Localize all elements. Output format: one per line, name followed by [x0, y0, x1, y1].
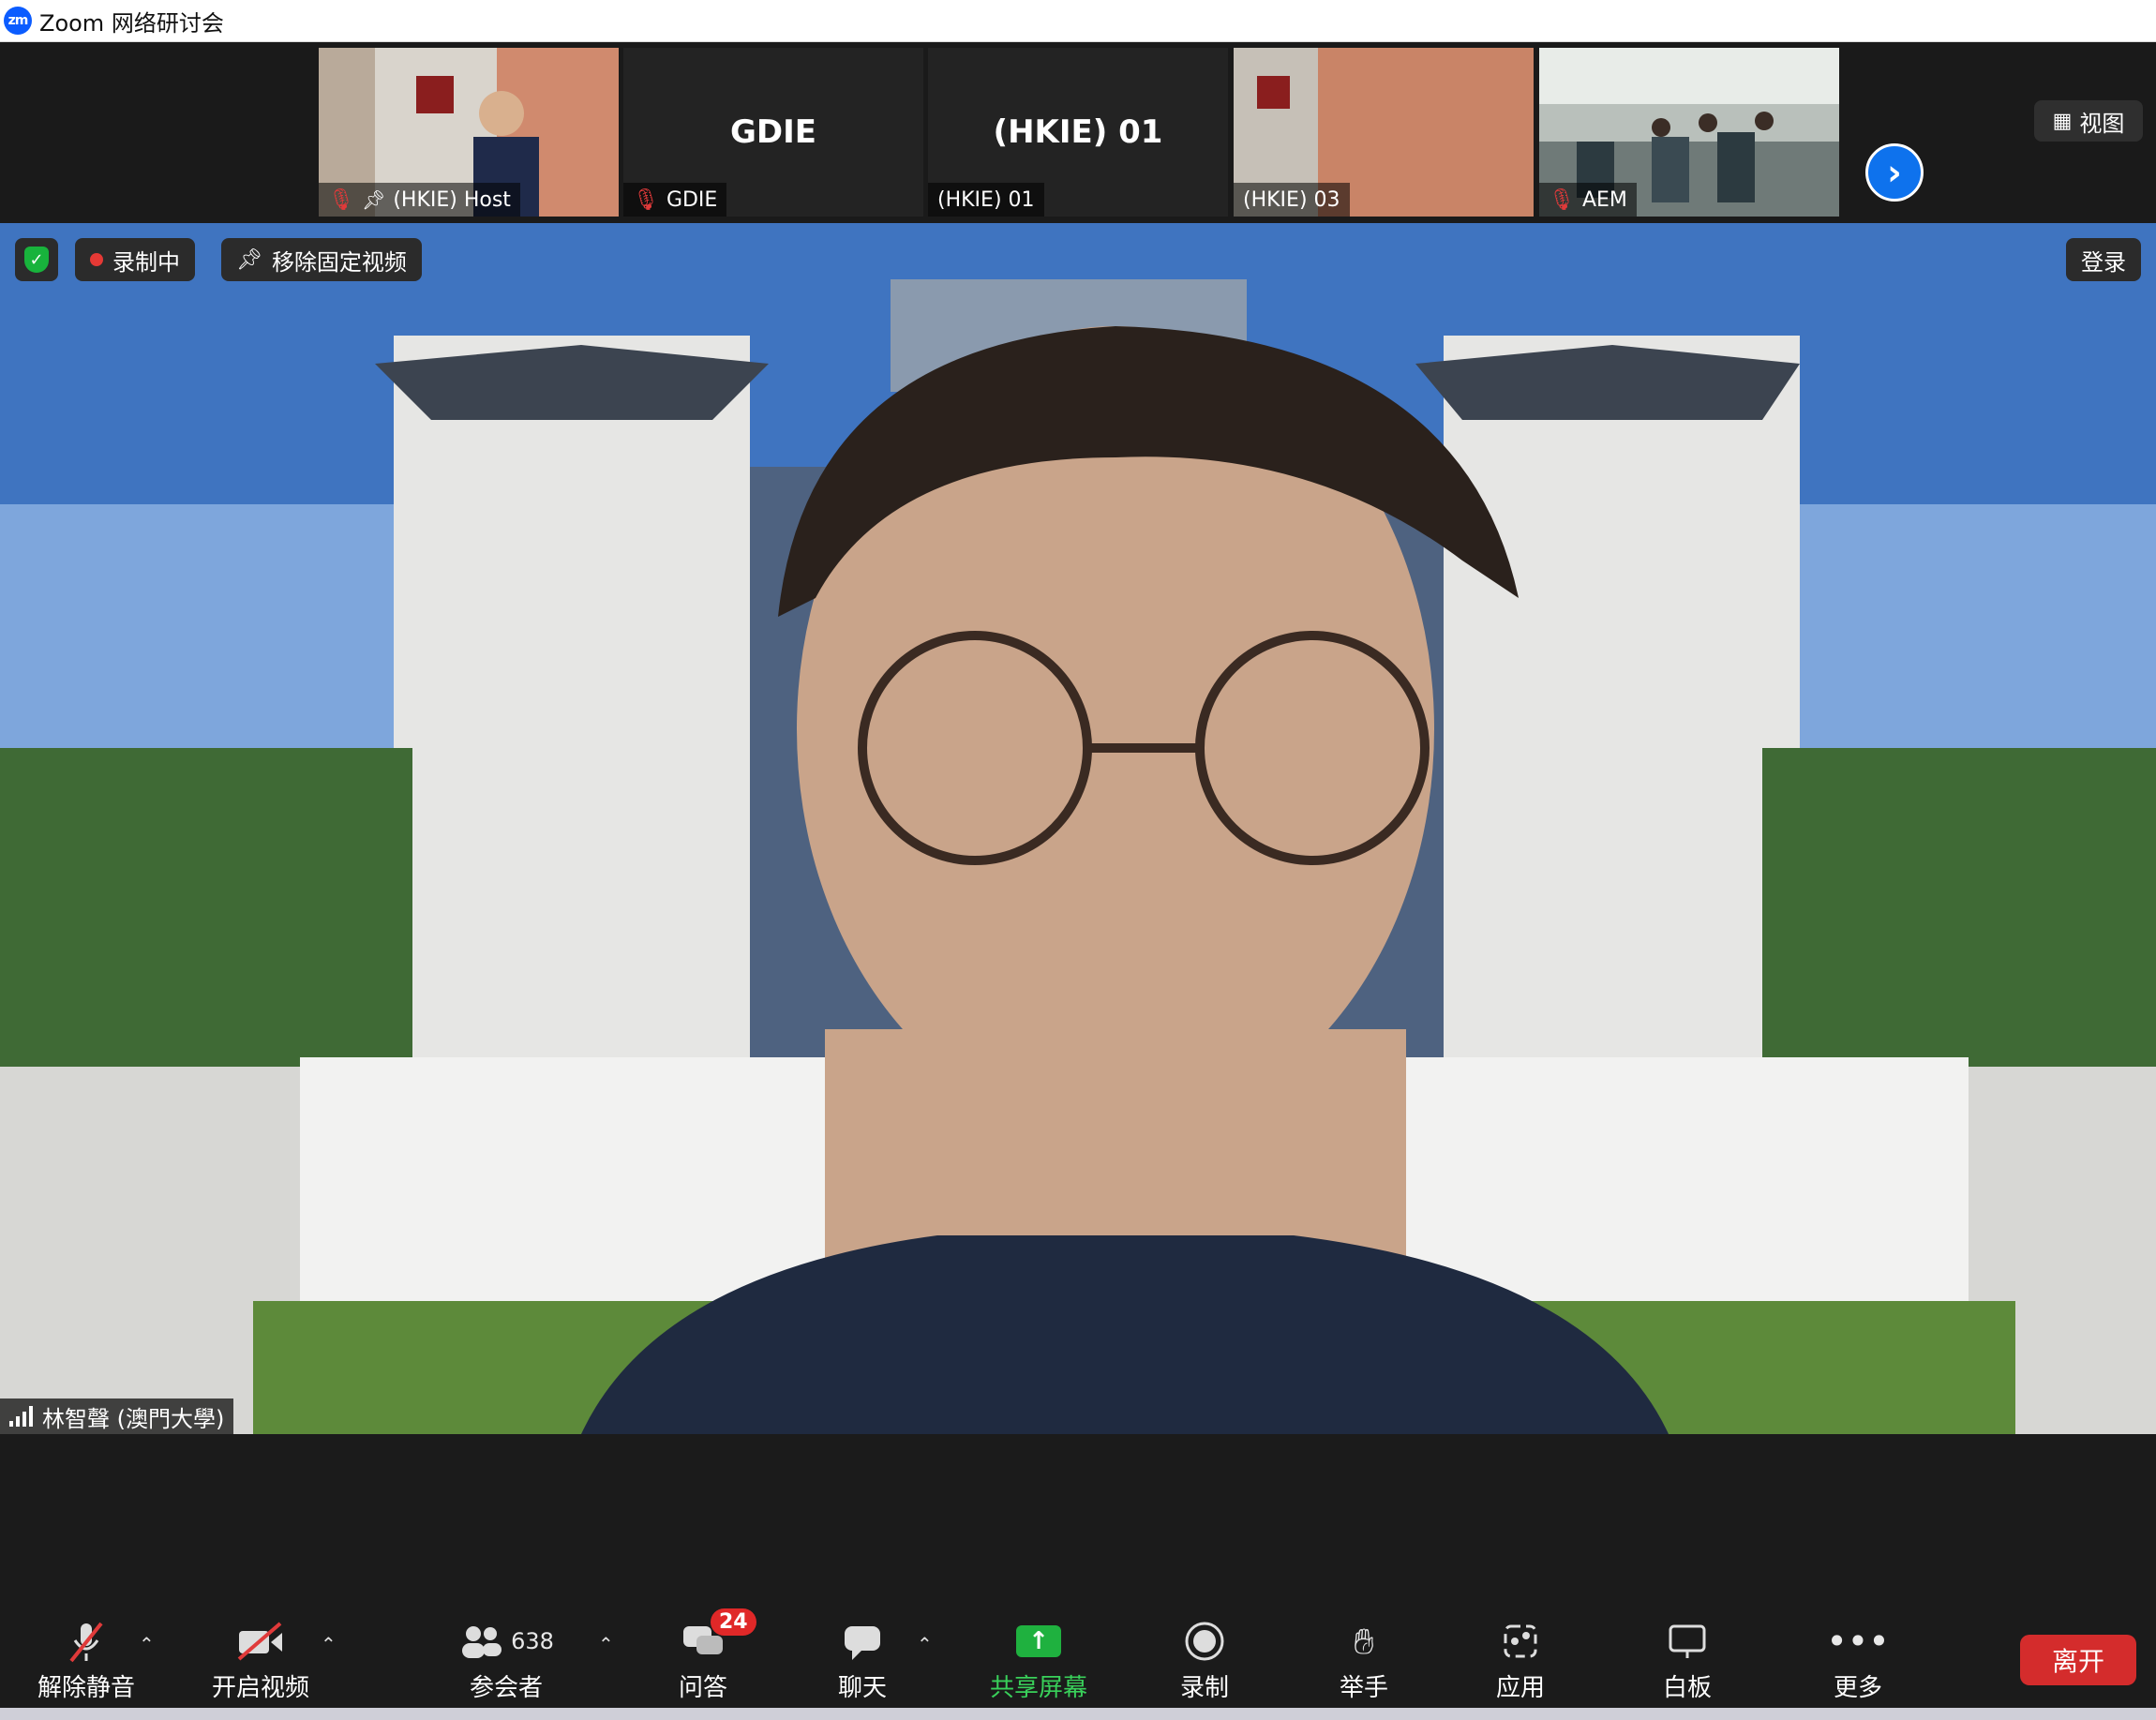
- participants-count: 638: [511, 1628, 554, 1654]
- chat-label: 聊天: [837, 1674, 887, 1702]
- share-screen-label: 共享屏幕: [989, 1674, 1087, 1702]
- participant-name: (HKIE) 01: [937, 187, 1035, 212]
- video-off-icon: [195, 1620, 326, 1663]
- login-label: 登录: [2081, 248, 2126, 276]
- participant-label: (HKIE) 03: [1234, 183, 1350, 217]
- chevron-up-icon[interactable]: ⌃: [917, 1633, 933, 1655]
- muted-mic-icon: 🎙︎: [1549, 187, 1575, 212]
- whiteboard-label: 白板: [1662, 1674, 1712, 1702]
- participant-name-large: (HKIE) 01: [993, 113, 1163, 151]
- unpin-video-button[interactable]: 📌︎ 移除固定视频: [221, 238, 422, 281]
- participant-tile[interactable]: 🎙︎ 📌︎ (HKIE) Host: [319, 48, 619, 217]
- qa-label: 问答: [678, 1674, 727, 1702]
- zoom-logo-icon: zm: [4, 7, 32, 35]
- participant-tile[interactable]: (HKIE) 03: [1234, 48, 1534, 217]
- whiteboard-icon: [1622, 1620, 1753, 1663]
- muted-mic-icon: [21, 1620, 152, 1663]
- record-icon: [1139, 1620, 1270, 1663]
- signal-strength-icon: [9, 1406, 33, 1427]
- chevron-up-icon[interactable]: ⌃: [598, 1633, 614, 1655]
- record-dot-icon: [90, 253, 103, 266]
- speaker-name-label: 林智聲 (澳門大學): [0, 1398, 234, 1434]
- gallery-strip: 🎙︎ 📌︎ (HKIE) Host GDIE 🎙︎ GDIE (HKIE) 01…: [0, 42, 2156, 220]
- participant-name-large: GDIE: [729, 113, 816, 151]
- hand-icon: ✋︎: [1354, 1620, 1374, 1662]
- participant-label: 🎙︎ 📌︎ (HKIE) Host: [319, 183, 520, 217]
- title-bar: zm Zoom 网络研讨会: [0, 0, 2156, 42]
- grid-icon: ▦: [2052, 109, 2073, 133]
- participants-icon: [462, 1626, 502, 1658]
- participants-icon-row: 638: [441, 1620, 572, 1663]
- qa-icon: 24: [637, 1608, 769, 1663]
- participant-tile[interactable]: (HKIE) 01 (HKIE) 01: [928, 48, 1228, 217]
- chat-icon: [797, 1620, 928, 1663]
- more-button[interactable]: ••• 更多: [1792, 1620, 1924, 1703]
- start-video-label: 开启视频: [211, 1674, 309, 1702]
- participants-button[interactable]: 638 参会者: [441, 1620, 572, 1703]
- window-bottom-edge: [0, 1708, 2156, 1720]
- unmute-button[interactable]: 解除静音: [21, 1620, 152, 1703]
- login-button[interactable]: 登录: [2066, 238, 2141, 281]
- record-button[interactable]: 录制: [1139, 1620, 1270, 1703]
- raise-hand-button[interactable]: ✋︎ 举手: [1298, 1620, 1430, 1703]
- apps-icon: [1455, 1620, 1586, 1663]
- unpin-label: 移除固定视频: [271, 248, 407, 276]
- pin-icon: 📌︎: [361, 188, 386, 211]
- participant-tile[interactable]: GDIE 🎙︎ GDIE: [623, 48, 923, 217]
- more-icon: •••: [1826, 1621, 1890, 1662]
- main-video: ✓ 录制中 📌︎ 移除固定视频 登录 林智聲 (澳門大學): [0, 223, 2156, 1434]
- view-button[interactable]: ▦ 视图: [2034, 100, 2143, 142]
- muted-mic-icon: 🎙︎: [633, 187, 659, 212]
- chevron-up-icon[interactable]: ⌃: [139, 1633, 155, 1655]
- participants-label: 参会者: [469, 1674, 543, 1702]
- leave-button[interactable]: 离开: [2020, 1635, 2136, 1685]
- recording-indicator[interactable]: 录制中: [75, 238, 195, 281]
- record-label: 录制: [1179, 1674, 1229, 1702]
- participant-name: (HKIE) 03: [1243, 187, 1340, 212]
- more-label: 更多: [1833, 1674, 1882, 1702]
- speaker-video-image: [0, 223, 2156, 1434]
- chevron-right-icon: ›: [1887, 152, 1902, 193]
- meeting-toolbar: 解除静音 ⌃ 开启视频 ⌃ 638 参会者 ⌃ 24 问答 聊天 ⌃ ↑ 共享屏…: [0, 1593, 2156, 1720]
- share-icon-wrap: ↑: [973, 1620, 1104, 1663]
- raise-hand-label: 举手: [1339, 1674, 1388, 1702]
- shield-check-icon: ✓: [24, 247, 49, 273]
- whiteboard-button[interactable]: 白板: [1622, 1620, 1753, 1703]
- speaker-name: 林智聲 (澳門大學): [42, 1405, 225, 1432]
- participant-name: AEM: [1581, 187, 1627, 212]
- chat-button[interactable]: 聊天: [797, 1620, 928, 1703]
- participant-tile[interactable]: 🎙︎ AEM: [1539, 48, 1839, 217]
- share-screen-icon: ↑: [1016, 1625, 1061, 1657]
- window-title: Zoom 网络研讨会: [39, 9, 224, 37]
- participant-label: (HKIE) 01: [928, 183, 1044, 217]
- qa-badge: 24: [711, 1608, 756, 1636]
- unmute-label: 解除静音: [37, 1674, 135, 1702]
- participant-label: 🎙︎ AEM: [1539, 183, 1637, 217]
- recording-label: 录制中: [112, 248, 180, 276]
- qa-button[interactable]: 24 问答: [637, 1608, 769, 1703]
- participant-label: 🎙︎ GDIE: [623, 183, 727, 217]
- participant-name: GDIE: [666, 187, 718, 212]
- apps-label: 应用: [1495, 1674, 1545, 1702]
- muted-mic-icon: 🎙︎: [328, 187, 354, 212]
- security-shield-button[interactable]: ✓: [15, 238, 58, 281]
- chevron-up-icon[interactable]: ⌃: [321, 1633, 337, 1655]
- next-page-button[interactable]: ›: [1865, 143, 1924, 202]
- view-label: 视图: [2079, 110, 2125, 137]
- start-video-button[interactable]: 开启视频: [195, 1620, 326, 1703]
- pin-icon: 📌︎: [236, 247, 262, 272]
- share-screen-button[interactable]: ↑ 共享屏幕: [973, 1620, 1104, 1703]
- apps-button[interactable]: 应用: [1455, 1620, 1586, 1703]
- participant-name: (HKIE) Host: [393, 187, 511, 212]
